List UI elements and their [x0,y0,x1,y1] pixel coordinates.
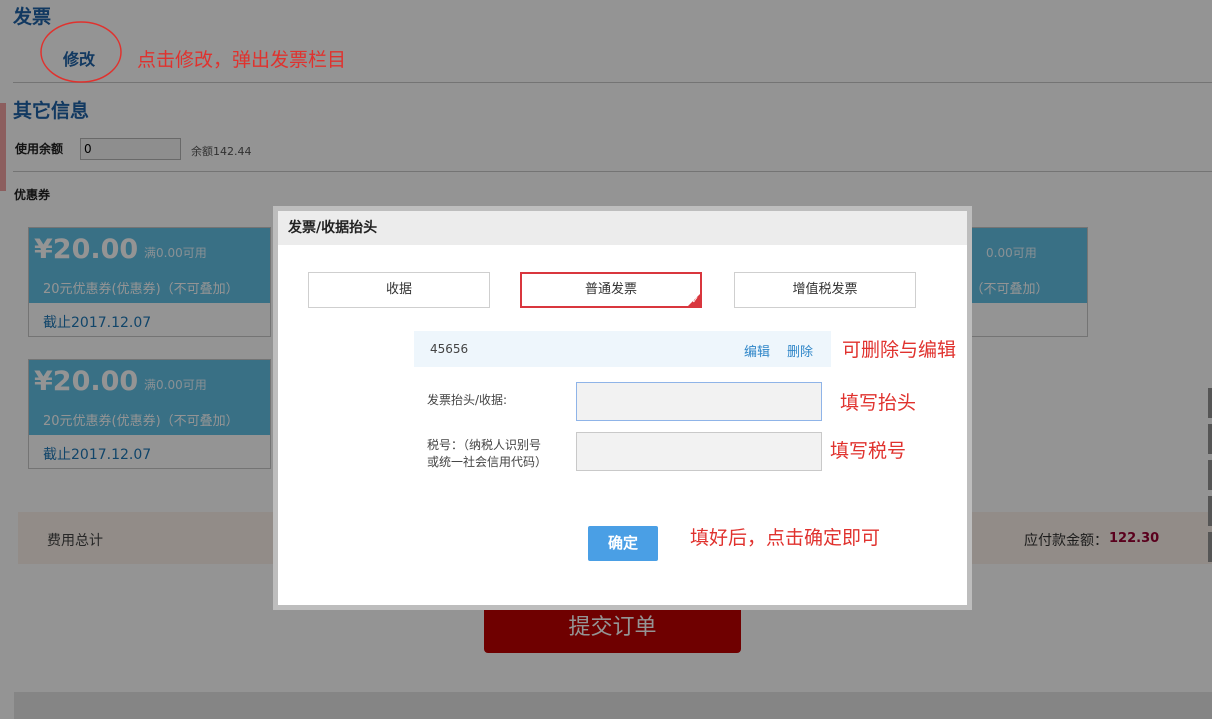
tab-normal-invoice-label: 普通发票 [584,282,637,297]
modal-title: 发票/收据抬头 [278,211,967,245]
invoice-header-input[interactable] [576,382,822,421]
check-icon: ✓ [691,296,699,306]
fill-tax-annotation: 填写税号 [830,440,907,462]
modify-annotation-circle [40,21,122,83]
right-side-bar[interactable] [1208,460,1212,490]
header-field-label: 发票抬头/收据: [427,393,508,407]
saved-header-name: 45656 [430,342,469,356]
right-side-bar[interactable] [1208,496,1212,526]
confirm-annotation: 填好后，点击确定即可 [690,527,881,549]
tax-number-input[interactable] [576,432,822,471]
confirm-button[interactable]: 确定 [588,526,658,561]
modify-annotation: 点击修改，弹出发票栏目 [137,49,347,71]
tax-field-label-line1: 税号：（纳税人识别号 [427,438,542,452]
fill-header-annotation: 填写抬头 [840,392,917,414]
edit-delete-annotation: 可删除与编辑 [842,339,957,361]
tab-vat-invoice[interactable]: 增值税发票 [734,272,916,308]
right-side-bar[interactable] [1208,424,1212,454]
edit-link[interactable]: 编辑 [744,341,770,360]
tax-field-label-line2: 或统一社会信用代码） [427,455,548,469]
tab-normal-invoice[interactable]: 普通发票 ✓ [520,272,702,308]
right-side-bar[interactable] [1208,388,1212,418]
delete-link[interactable]: 删除 [787,341,813,360]
saved-header-row[interactable]: 45656 编辑 删除 [414,331,831,367]
tab-receipt[interactable]: 收据 [308,272,490,308]
right-side-bar[interactable] [1208,532,1212,562]
